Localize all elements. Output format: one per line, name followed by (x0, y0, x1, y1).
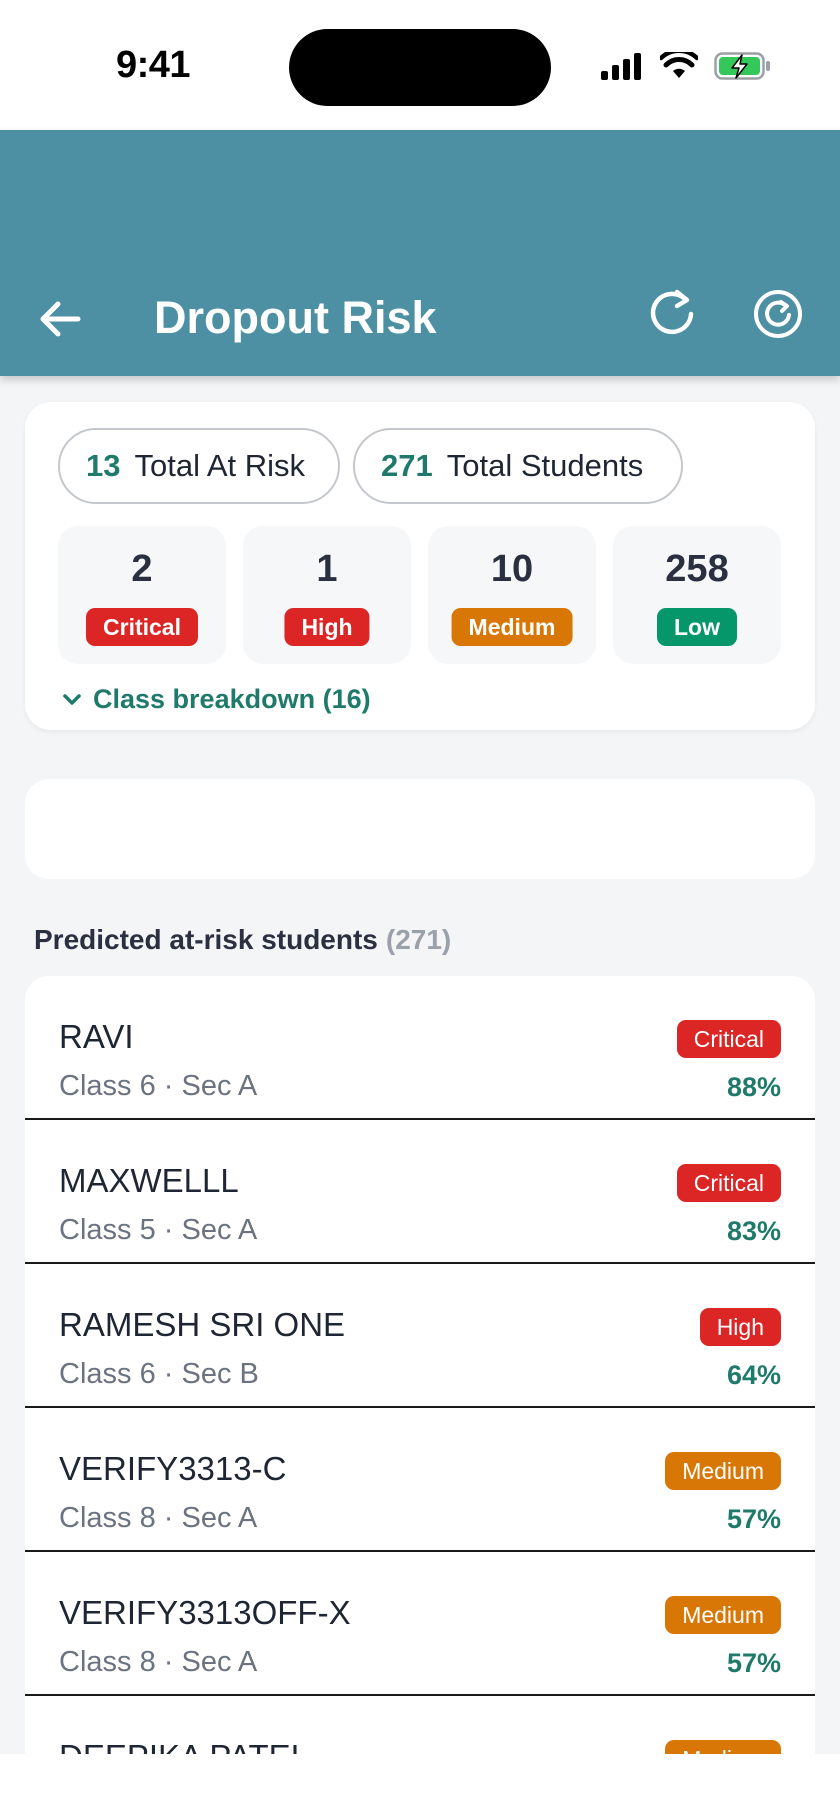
risk-tile-medium[interactable]: 10 Medium (428, 526, 596, 664)
student-row[interactable]: DEEPIKA PATEL Medium (25, 1696, 815, 1754)
risk-badge: Medium (451, 608, 573, 646)
dynamic-island (289, 29, 551, 106)
status-time: 9:41 (116, 44, 191, 86)
content-area: 13 Total At Risk 271 Total Students 2 Cr… (0, 376, 840, 1754)
student-name: RAVI (59, 1018, 134, 1055)
total-students-count: 271 (381, 448, 433, 483)
student-class: Class 8 · Sec A (59, 1646, 258, 1678)
risk-percentage: 64% (726, 1360, 781, 1390)
risk-badge: Critical (86, 608, 198, 646)
total-at-risk-pill: 13 Total At Risk (58, 428, 340, 504)
student-name: VERIFY3313-C (59, 1450, 287, 1487)
class-breakdown-label: Class breakdown (16) (93, 684, 371, 714)
student-class: Class 6 · Sec B (59, 1358, 259, 1390)
student-row[interactable]: RAVI Class 6 · Sec A Critical 88% (25, 976, 815, 1120)
class-breakdown-toggle[interactable]: Class breakdown (16) (61, 684, 371, 715)
risk-tile-low[interactable]: 258 Low (613, 526, 781, 664)
section-count: (271) (385, 924, 452, 955)
risk-badge: High (699, 1308, 781, 1346)
risk-badge: Medium (665, 1452, 781, 1490)
student-row[interactable]: RAMESH SRI ONE Class 6 · Sec B High 64% (25, 1264, 815, 1408)
total-students-label: Total Students (446, 448, 644, 483)
risk-tile-count: 10 (490, 548, 534, 590)
student-row[interactable]: VERIFY3313-C Class 8 · Sec A Medium 57% (25, 1408, 815, 1552)
refresh-button[interactable] (644, 286, 700, 342)
battery-charging-icon (714, 51, 772, 86)
status-bar: 9:41 (0, 0, 840, 130)
student-class: Class 8 · Sec A (59, 1502, 258, 1534)
risk-percentage: 88% (726, 1072, 781, 1102)
placeholder-card (25, 779, 815, 879)
student-name: RAMESH SRI ONE (59, 1306, 346, 1343)
total-at-risk-count: 13 (86, 448, 121, 483)
student-class: Class 5 · Sec A (59, 1214, 258, 1246)
bottom-safe-area (0, 1754, 840, 1820)
page-title: Dropout Risk (154, 292, 437, 343)
students-section-heading: Predicted at-risk students (271) (34, 924, 451, 956)
student-row[interactable]: MAXWELLL Class 5 · Sec A Critical 83% (25, 1120, 815, 1264)
risk-tile-count: 2 (131, 548, 153, 590)
student-class: Class 6 · Sec A (59, 1070, 258, 1102)
risk-tile-count: 1 (316, 548, 338, 590)
student-name: VERIFY3313OFF-X (59, 1594, 351, 1631)
refresh-icon (650, 289, 694, 335)
risk-badge: Medium (665, 1740, 781, 1754)
student-list: RAVI Class 6 · Sec A Critical 88% MAXWEL… (25, 976, 815, 1754)
risk-badge: Critical (676, 1164, 781, 1202)
student-name: DEEPIKA PATEL (59, 1738, 309, 1754)
wifi-icon (658, 48, 700, 85)
risk-badge: High (284, 608, 370, 646)
risk-percentage: 57% (726, 1504, 781, 1534)
cellular-signal-icon (600, 52, 644, 85)
recalculate-button[interactable] (750, 286, 806, 342)
student-row[interactable]: VERIFY3313OFF-X Class 8 · Sec A Medium 5… (25, 1552, 815, 1696)
total-students-pill: 271 Total Students (353, 428, 683, 504)
student-name: MAXWELLL (59, 1162, 239, 1199)
total-at-risk-label: Total At Risk (134, 448, 306, 483)
risk-percentage: 57% (726, 1648, 781, 1678)
risk-badge: Critical (676, 1020, 781, 1058)
circular-refresh-icon (754, 290, 802, 338)
chevron-down-icon (63, 693, 81, 705)
back-button[interactable] (34, 293, 86, 345)
risk-percentage: 83% (726, 1216, 781, 1246)
back-arrow-icon (40, 301, 81, 337)
risk-tile-high[interactable]: 1 High (243, 526, 411, 664)
risk-tile-critical[interactable]: 2 Critical (58, 526, 226, 664)
risk-badge: Low (657, 608, 737, 646)
risk-tile-count: 258 (665, 548, 729, 590)
section-title: Predicted at-risk students (34, 924, 378, 955)
status-icons (600, 48, 772, 86)
risk-badge: Medium (665, 1596, 781, 1634)
summary-card: 13 Total At Risk 271 Total Students 2 Cr… (25, 402, 815, 730)
